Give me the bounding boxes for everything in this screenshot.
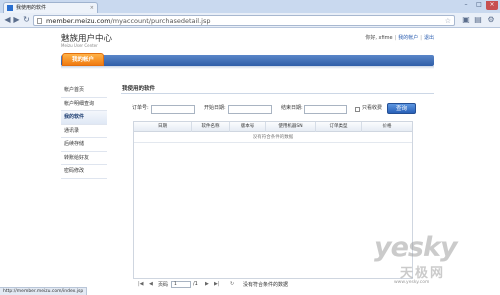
page-total: /1 — [193, 281, 198, 287]
col-software-name[interactable]: 软件名称 — [192, 122, 230, 132]
free-only-checkbox[interactable] — [355, 107, 360, 112]
table-header: 日期 软件名称 版本号 使用机器SN 订单类型 价格 — [134, 122, 412, 132]
sidebar-item-password[interactable]: 密码修改 — [61, 165, 107, 179]
top-links: 你好, xfime | 我的帐户 | 退出 — [365, 35, 434, 41]
address-bar[interactable]: member.meizu.com/myaccount/purchasedetai… — [33, 15, 455, 26]
site-subtitle: Meizu User Center — [61, 43, 98, 48]
wrench-icon[interactable]: ⚙ — [486, 15, 496, 25]
page-icon — [37, 18, 42, 24]
col-device-sn[interactable]: 使用机器SN — [266, 122, 316, 132]
refresh-icon[interactable]: ↻ — [230, 281, 234, 287]
pager: |◀ ◀ 页码 1 /1 ▶ ▶| ↻ 没有符合条件的数据 — [133, 280, 413, 290]
page-number-input[interactable]: 1 — [171, 281, 191, 288]
page-label: 页码 — [158, 282, 169, 288]
watermark-cn: 天极网 — [400, 266, 446, 281]
query-button[interactable]: 查询 — [387, 103, 416, 114]
back-icon[interactable]: ◀ — [3, 15, 12, 25]
col-price[interactable]: 价格 — [362, 122, 412, 132]
watermark-text: yesky — [374, 232, 458, 263]
minimize-icon[interactable]: – — [460, 1, 472, 10]
my-account-link[interactable]: 我的帐户 — [398, 35, 418, 41]
watermark-url: www.yesky.com — [394, 280, 430, 285]
start-date-input[interactable] — [228, 105, 272, 114]
order-no-input[interactable] — [151, 105, 195, 114]
window-controls: – □ × — [460, 1, 498, 11]
extension-icon[interactable]: ▣ — [461, 15, 471, 25]
end-date-label: 结束日期: — [281, 105, 303, 111]
browser-toolbar: ◀ ▶ ↻ member.meizu.com/myaccount/purchas… — [0, 13, 500, 28]
next-page-icon[interactable]: ▶ — [205, 281, 209, 287]
pager-message: 没有符合条件的数据 — [243, 282, 289, 288]
free-only-label: 只看收费 — [362, 105, 383, 111]
first-page-icon[interactable]: |◀ — [138, 281, 144, 287]
sidebar: 帐户首页 帐户明细查询 我的软件 通讯录 后续存储 转账给好友 密码修改 — [61, 84, 107, 179]
window-close-icon[interactable]: × — [486, 1, 498, 10]
sidebar-item-transfer[interactable]: 转账给好友 — [61, 152, 107, 165]
order-no-label: 订单号: — [132, 105, 149, 111]
tab-title: 我使用的软件 — [16, 5, 47, 11]
last-page-icon[interactable]: ▶| — [214, 281, 220, 287]
watermark-logo: yesky 天极网 www.yesky.com — [374, 232, 492, 287]
forward-icon[interactable]: ▶ — [12, 15, 21, 25]
sidebar-item-contacts[interactable]: 通讯录 — [61, 125, 107, 138]
page-title: 我使用的软件 — [122, 86, 156, 92]
url-path: /myaccount/purchasedetail.jsp — [110, 17, 211, 25]
status-bar: http://member.meizu.com/index.jsp — [0, 287, 88, 295]
reload-icon[interactable]: ↻ — [22, 15, 31, 25]
sidebar-item-account-home[interactable]: 帐户首页 — [61, 84, 107, 98]
col-version[interactable]: 版本号 — [230, 122, 266, 132]
software-table: 日期 软件名称 版本号 使用机器SN 订单类型 价格 没有符合条件的数据 — [133, 121, 413, 279]
sidebar-item-storage[interactable]: 后续存储 — [61, 138, 107, 152]
table-empty-message: 没有符合条件的数据 — [134, 133, 412, 143]
browser-tab[interactable]: 我使用的软件 × — [3, 2, 98, 13]
col-date[interactable]: 日期 — [134, 122, 192, 132]
start-date-label: 开始日期: — [204, 105, 226, 111]
prev-page-icon[interactable]: ◀ — [149, 281, 153, 287]
bookmark-star-icon[interactable]: ☆ — [445, 16, 451, 26]
nav-shadow — [61, 66, 434, 69]
logout-link[interactable]: 退出 — [424, 35, 434, 41]
close-tab-icon[interactable]: × — [90, 3, 94, 13]
sidebar-item-my-software[interactable]: 我的软件 — [61, 111, 107, 125]
sidebar-item-account-details[interactable]: 帐户明细查询 — [61, 98, 107, 111]
tab-my-account[interactable]: 我的帐户 — [62, 53, 104, 66]
browser-tabbar: 我使用的软件 × – □ × — [0, 0, 500, 13]
favicon-icon — [7, 5, 13, 11]
url-host: member.meizu.com — [46, 17, 111, 25]
end-date-input[interactable] — [304, 105, 347, 114]
greeting-text: 你好, xfime — [365, 35, 393, 41]
col-order-type[interactable]: 订单类型 — [316, 122, 362, 132]
page-menu-icon[interactable]: ▤ — [473, 15, 483, 25]
maximize-icon[interactable]: □ — [473, 1, 485, 10]
title-divider — [121, 93, 434, 94]
nav-band — [61, 55, 434, 66]
